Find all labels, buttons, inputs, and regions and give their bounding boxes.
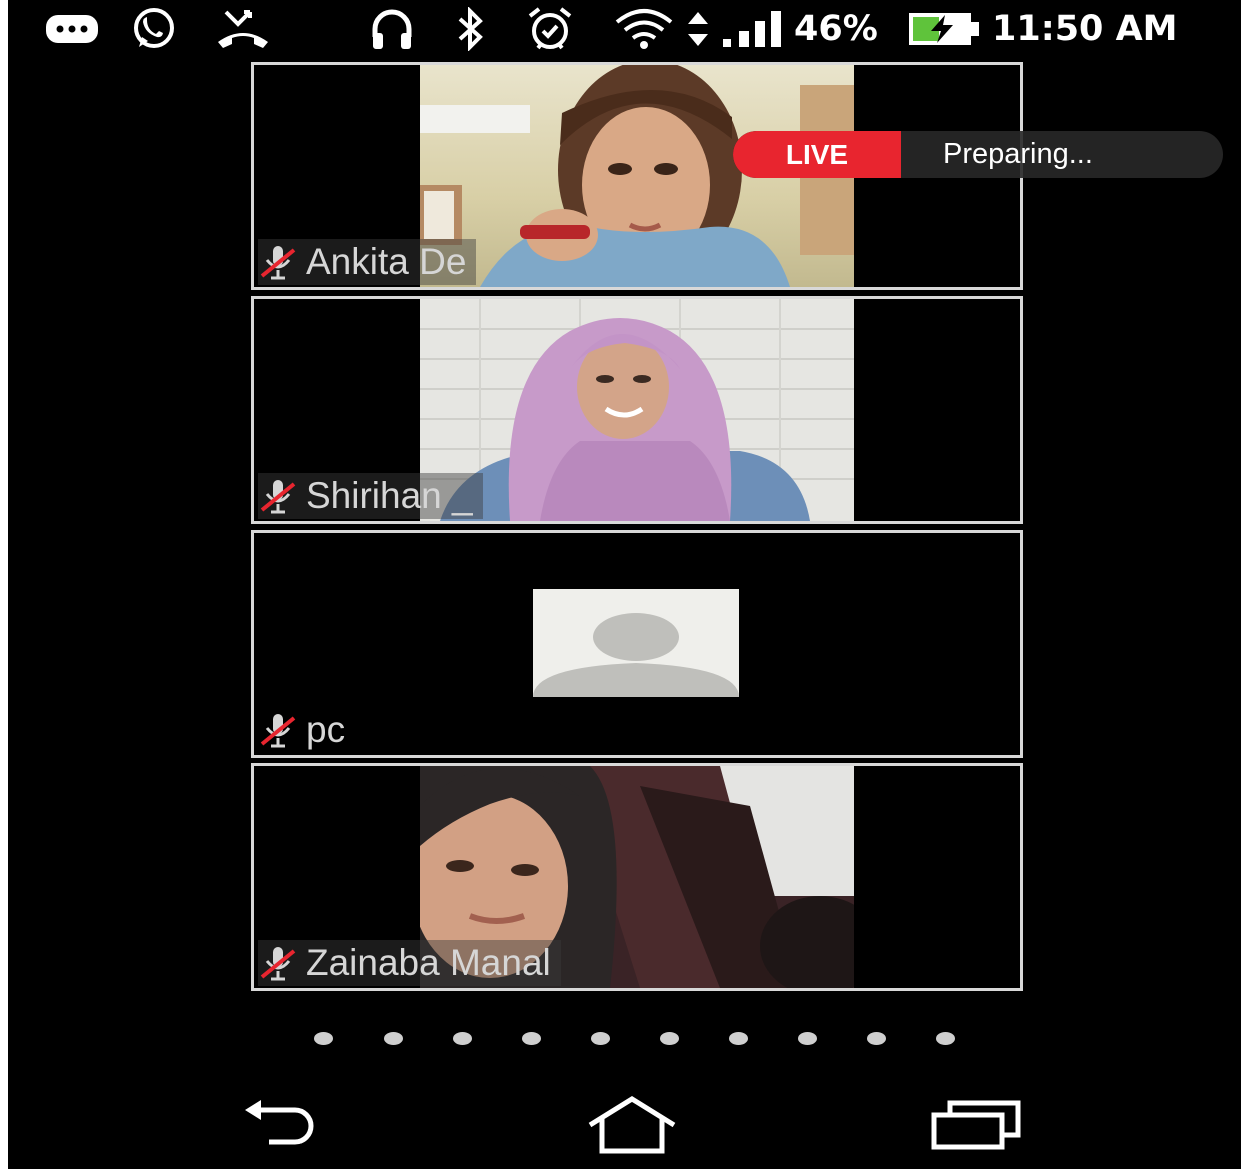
meeting-screen: 46% 11:50 AM Ankita De Shirihan _ pc Zai…: [8, 0, 1241, 1169]
page-dot[interactable]: [798, 1032, 817, 1045]
data-arrows-icon: [684, 8, 712, 50]
headset-icon: [364, 8, 420, 50]
missed-call-icon: [212, 8, 274, 50]
page-dot[interactable]: [867, 1032, 886, 1045]
recents-icon: [931, 1100, 1021, 1150]
bluetooth-icon: [448, 7, 494, 51]
live-status-text: Preparing...: [943, 138, 1093, 170]
back-icon: [245, 1100, 314, 1145]
battery-charging-icon: [906, 8, 982, 50]
page-dot[interactable]: [729, 1032, 748, 1045]
live-stream-badge[interactable]: LIVE Preparing...: [733, 131, 1223, 178]
recents-button[interactable]: [928, 1095, 1024, 1155]
wifi-icon: [614, 8, 674, 50]
mic-muted-icon: [260, 714, 296, 748]
page-dot[interactable]: [453, 1032, 472, 1045]
page-dot[interactable]: [522, 1032, 541, 1045]
clock-time: 11:50 AM: [992, 9, 1178, 49]
participant-tile[interactable]: Shirihan _: [251, 296, 1023, 524]
back-button[interactable]: [236, 1095, 326, 1155]
live-label: LIVE: [733, 131, 901, 178]
participant-video: [420, 299, 854, 521]
home-button[interactable]: [584, 1095, 680, 1155]
page-dot[interactable]: [314, 1032, 333, 1045]
participant-tile[interactable]: pc: [251, 530, 1023, 758]
participant-name: Ankita De: [306, 241, 467, 282]
page-dot[interactable]: [660, 1032, 679, 1045]
mic-muted-icon: [260, 480, 296, 514]
participant-name-label: Ankita De: [258, 239, 477, 285]
home-icon: [588, 1096, 676, 1154]
page-indicator[interactable]: [314, 1032, 964, 1052]
chat-bubble-icon: [42, 8, 102, 50]
default-avatar-icon: [533, 589, 739, 697]
signal-icon: [720, 8, 782, 50]
mic-muted-icon: [260, 246, 296, 280]
page-dot[interactable]: [384, 1032, 403, 1045]
alarm-icon: [523, 7, 577, 50]
participant-name-label: Zainaba Manal: [258, 940, 561, 986]
page-dot[interactable]: [591, 1032, 610, 1045]
status-bar: 46% 11:50 AM: [8, 0, 1241, 58]
mic-muted-icon: [260, 947, 296, 981]
participant-name-label: Shirihan _: [258, 473, 483, 519]
participant-name-label: pc: [258, 707, 355, 753]
whatsapp-icon: [126, 8, 182, 50]
battery-percent: 46%: [794, 9, 878, 49]
participant-name: Shirihan _: [306, 475, 473, 516]
participant-name: Zainaba Manal: [306, 942, 551, 983]
participant-tile[interactable]: Zainaba Manal: [251, 763, 1023, 991]
page-dot[interactable]: [936, 1032, 955, 1045]
participant-name: pc: [306, 709, 346, 750]
